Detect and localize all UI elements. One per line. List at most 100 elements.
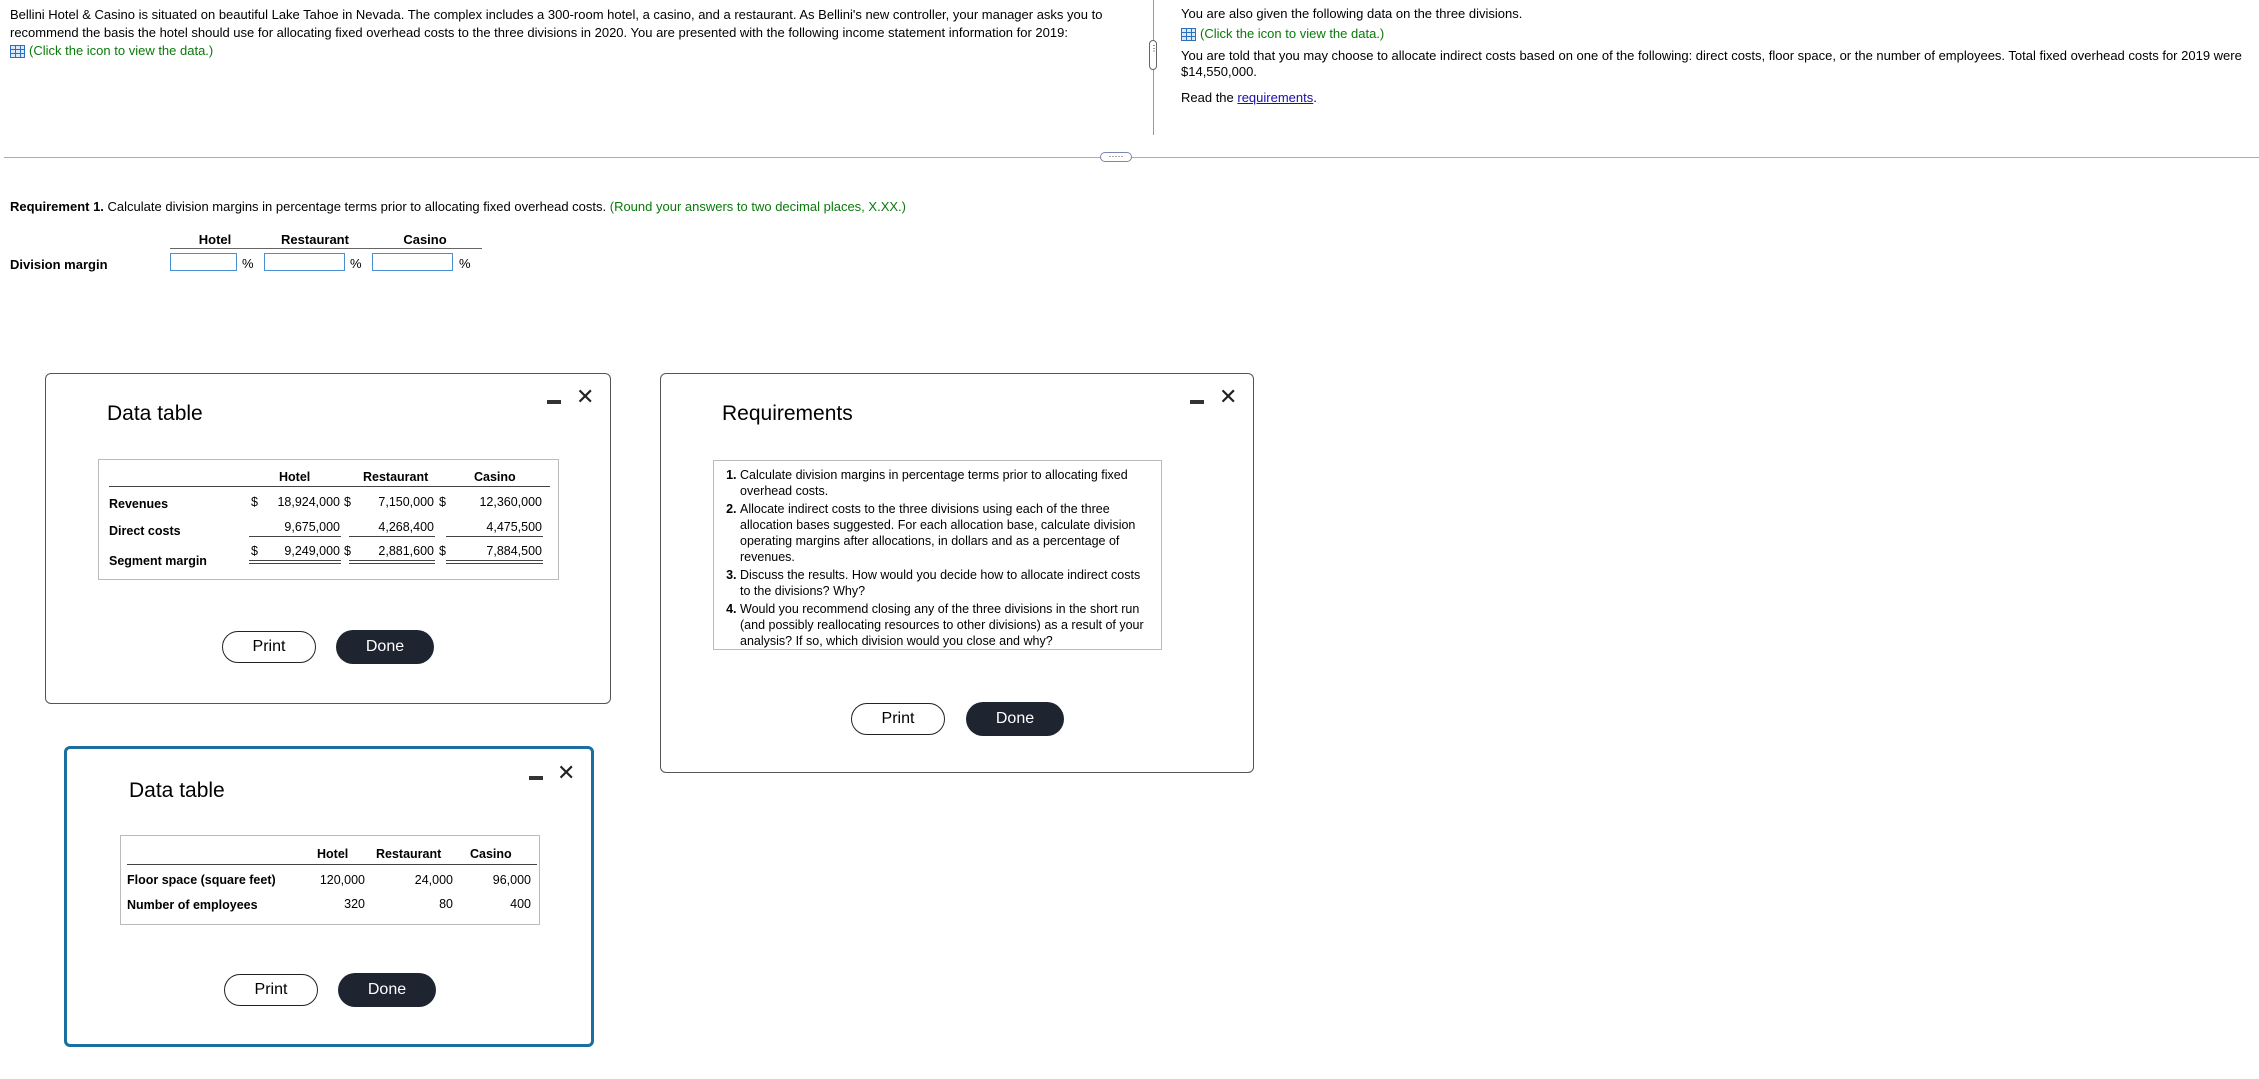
currency-symbol: $ (439, 544, 446, 558)
minimize-icon[interactable] (1190, 400, 1204, 404)
header-divider (127, 864, 537, 865)
col-header-restaurant: Restaurant (363, 470, 429, 484)
revenue-restaurant: 7,150,000 (378, 495, 434, 509)
view-income-data-link[interactable]: (Click the icon to view the data.) (10, 42, 213, 60)
row-label-employees: Number of employees (127, 898, 258, 912)
dialog-title: Data table (107, 402, 203, 425)
header-divider (109, 486, 550, 487)
subtotal-line (446, 536, 543, 537)
segment-margin-restaurant: 2,881,600 (378, 544, 434, 558)
done-button[interactable]: Done (966, 702, 1064, 736)
read-suffix: . (1313, 90, 1317, 105)
row-label-direct-costs: Direct costs (109, 524, 181, 538)
direct-costs-restaurant: 4,268,400 (378, 520, 434, 534)
table-grid-icon[interactable] (1181, 27, 1196, 41)
requirement-1-prompt: Requirement 1. Calculate division margin… (10, 199, 906, 214)
segment-margin-hotel: 9,249,000 (284, 544, 340, 558)
percent-unit: % (459, 256, 471, 271)
requirements-list-box: Calculate division margins in percentage… (713, 460, 1162, 650)
subtotal-line (349, 536, 435, 537)
total-line (249, 563, 341, 564)
print-button[interactable]: Print (224, 974, 318, 1006)
col-header-restaurant: Restaurant (281, 232, 349, 247)
read-prefix: Read the (1181, 90, 1238, 105)
additional-info-panel: You are also given the following data on… (1181, 6, 2251, 112)
col-header-casino: Casino (470, 847, 512, 861)
print-button[interactable]: Print (851, 703, 945, 735)
total-line (349, 560, 435, 561)
employees-casino: 400 (510, 897, 531, 911)
header-divider (170, 248, 482, 249)
total-line (249, 560, 341, 561)
col-header-casino: Casino (403, 232, 447, 247)
employees-hotel: 320 (344, 897, 365, 911)
employees-restaurant: 80 (439, 897, 453, 911)
done-button[interactable]: Done (338, 973, 436, 1007)
col-header-restaurant: Restaurant (376, 847, 442, 861)
print-button[interactable]: Print (222, 631, 316, 663)
direct-costs-casino: 4,475,500 (486, 520, 542, 534)
dialog-title: Data table (129, 779, 225, 802)
col-header-hotel: Hotel (198, 232, 232, 247)
hotel-margin-input[interactable] (170, 253, 237, 271)
division-data-dialog: Data table ✕ Hotel Restaurant Casino Flo… (64, 746, 594, 1047)
rounding-hint: (Round your answers to two decimal place… (606, 199, 906, 214)
currency-symbol: $ (344, 544, 351, 558)
read-requirements: Read the requirements. (1181, 90, 2251, 106)
currency-symbol: $ (344, 495, 351, 509)
casino-margin-input[interactable] (372, 253, 453, 271)
revenue-casino: 12,360,000 (479, 495, 542, 509)
requirement-item: Discuss the results. How would you decid… (740, 567, 1151, 599)
dialog-title: Requirements (722, 402, 853, 425)
view-division-data-link[interactable]: (Click the icon to view the data.) (1181, 26, 1384, 42)
row-label-segment-margin: Segment margin (109, 554, 207, 568)
requirement-item: Would you recommend closing any of the t… (740, 601, 1151, 649)
view-data-label[interactable]: (Click the icon to view the data.) (1200, 26, 1384, 42)
vertical-splitter-handle[interactable]: ⋮ (1149, 40, 1158, 70)
table-grid-icon[interactable] (10, 44, 25, 58)
problem-intro: Bellini Hotel & Casino is situated on be… (10, 6, 1110, 63)
division-table: Hotel Restaurant Casino Floor space (squ… (120, 835, 540, 925)
requirement-item: Calculate division margins in percentage… (740, 467, 1151, 499)
total-line (446, 560, 543, 561)
col-header-casino: Casino (474, 470, 516, 484)
requirements-dialog: Requirements ✕ Calculate division margin… (660, 373, 1254, 773)
subtotal-line (249, 536, 341, 537)
currency-symbol: $ (251, 544, 258, 558)
requirement-label: Requirement 1. (10, 199, 104, 214)
minimize-icon[interactable] (529, 776, 543, 780)
currency-symbol: $ (251, 495, 258, 509)
row-label-revenues: Revenues (109, 497, 169, 511)
row-label-floor-space: Floor space (square feet) (127, 873, 276, 887)
requirements-link[interactable]: requirements (1237, 90, 1313, 105)
restaurant-margin-input[interactable] (264, 253, 345, 271)
percent-unit: % (242, 256, 254, 271)
info-line-1: You are also given the following data on… (1181, 6, 1523, 21)
division-margin-label: Division margin (10, 257, 108, 272)
total-line (349, 563, 435, 564)
done-button[interactable]: Done (336, 630, 434, 664)
info-line-2: You are told that you may choose to allo… (1181, 48, 2242, 79)
currency-symbol: $ (439, 495, 446, 509)
floor-space-casino: 96,000 (492, 873, 531, 887)
floor-space-hotel: 120,000 (319, 873, 365, 887)
requirement-text: Calculate division margins in percentage… (103, 199, 607, 214)
percent-unit: % (350, 256, 362, 271)
close-icon[interactable]: ✕ (1219, 386, 1237, 408)
minimize-icon[interactable] (547, 400, 561, 404)
col-header-hotel: Hotel (317, 847, 349, 861)
col-header-hotel: Hotel (279, 470, 311, 484)
income-data-dialog: Data table ✕ Hotel Restaurant Casino Rev… (45, 373, 611, 704)
horizontal-splitter-handle[interactable]: ····· (1100, 152, 1132, 162)
intro-text: Bellini Hotel & Casino is situated on be… (10, 7, 1103, 40)
floor-space-restaurant: 24,000 (414, 873, 453, 887)
direct-costs-hotel: 9,675,000 (284, 520, 340, 534)
total-line (446, 563, 543, 564)
requirement-item: Allocate indirect costs to the three div… (740, 501, 1151, 565)
revenue-hotel: 18,924,000 (277, 495, 340, 509)
segment-margin-casino: 7,884,500 (486, 544, 542, 558)
income-table: Hotel Restaurant Casino Revenues $ 18,92… (98, 459, 559, 580)
close-icon[interactable]: ✕ (576, 386, 594, 408)
close-icon[interactable]: ✕ (557, 762, 575, 784)
view-data-label[interactable]: (Click the icon to view the data.) (29, 42, 213, 60)
